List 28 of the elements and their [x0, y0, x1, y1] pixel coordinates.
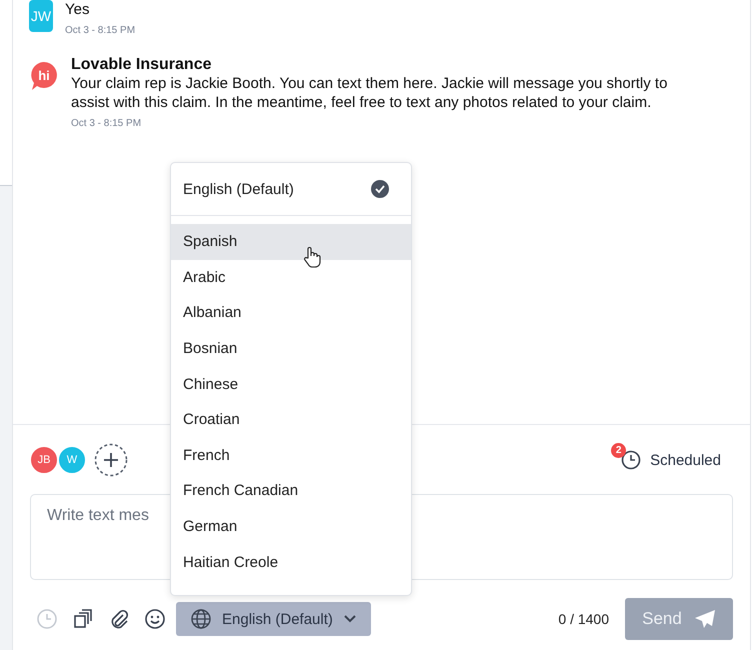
clock-icon: [620, 449, 642, 471]
message-text: Your claim rep is Jackie Booth. You can text them here. Jackie will message you shortly to assist with this claim. In the meantime, feel free to text any photos related to your claim.: [71, 74, 668, 112]
add-participant-icon[interactable]: [94, 443, 128, 477]
sender-name: Lovable Insurance: [71, 56, 212, 74]
menu-item[interactable]: Bosnian: [171, 330, 411, 366]
count-badge: 2: [611, 443, 626, 458]
user-avatar: JW: [29, 0, 53, 32]
menu-item[interactable]: Arabic: [171, 260, 411, 296]
menu-item[interactable]: French Canadian: [171, 473, 411, 509]
paper-plane-icon: [694, 609, 716, 629]
menu-item[interactable]: Chinese: [171, 366, 411, 402]
check-icon: [371, 180, 389, 198]
message-time: Oct 3 - 8:15 PM: [65, 25, 136, 36]
message-text: Yes: [65, 0, 90, 19]
menu-item[interactable]: French: [171, 438, 411, 474]
menu-item[interactable]: Albanian: [171, 295, 411, 331]
menu-item[interactable]: Croatian: [171, 402, 411, 438]
menu-item[interactable]: German: [171, 508, 411, 544]
character-counter: 0 / 1400: [558, 611, 609, 627]
globe-icon: [190, 608, 212, 630]
menu-item[interactable]: Haitian Creole: [171, 544, 411, 580]
emoji-icon[interactable]: [144, 608, 166, 630]
message-time: Oct 3 - 8:15 PM: [71, 118, 142, 129]
menu-item[interactable]: English (Default): [171, 163, 411, 216]
hand-cursor-icon: [303, 246, 321, 268]
chevron-down-icon: [342, 614, 357, 624]
language-dropdown[interactable]: English (Default): [176, 602, 371, 636]
copy-icon[interactable]: [72, 608, 94, 630]
